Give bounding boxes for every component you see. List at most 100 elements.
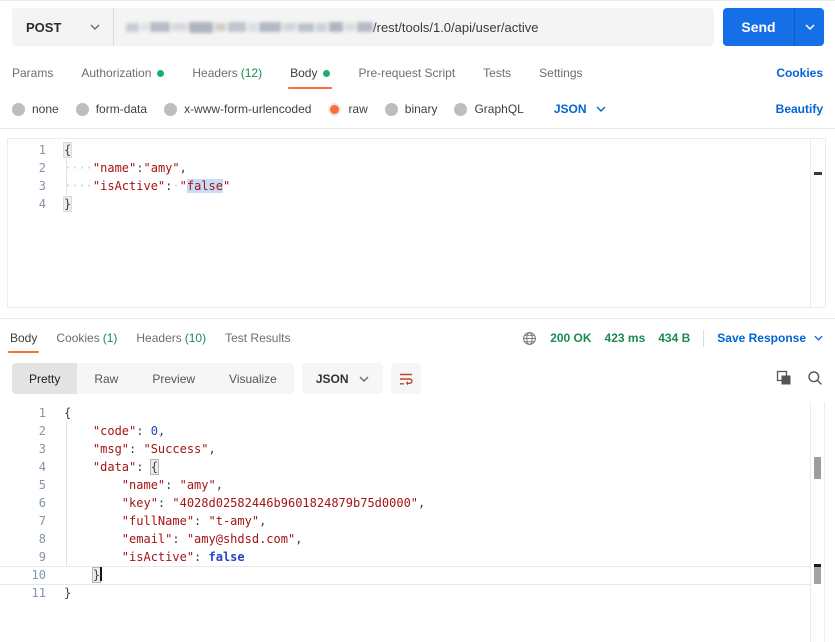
size-badge[interactable]: 434 B — [658, 331, 690, 345]
response-tab-body[interactable]: Body — [8, 323, 40, 353]
tab-count: (10) — [184, 331, 207, 345]
code-line: 7 "fullName": "t-amy", — [8, 512, 835, 530]
chevron-down-icon — [814, 335, 823, 341]
code-text: ····"name":"amy", — [64, 161, 187, 175]
time-badge[interactable]: 423 ms — [605, 331, 646, 345]
send-options-button[interactable] — [795, 8, 824, 46]
response-body-editor[interactable]: 1{2 "code": 0, 3 "msg": "Success", 4 "data… — [0, 402, 835, 642]
code-text: ····"isActive":·"false" — [64, 179, 231, 193]
code-line: 3 "msg": "Success", — [8, 440, 835, 458]
body-mode-x-www-form-urlencoded[interactable]: x-www-form-urlencoded — [164, 102, 311, 116]
code-text: } — [92, 566, 103, 582]
code-line: 3 ····"isActive":·"false" — [8, 177, 825, 195]
code-text: "key": "4028d02582446b9601824879b75d0000… — [121, 496, 426, 510]
divider — [703, 329, 705, 347]
code-line: 6 "key": "4028d02582446b9601824879b75d00… — [8, 494, 835, 512]
indent-guide — [66, 422, 67, 567]
line-number: 1 — [38, 406, 46, 420]
code-line: 8 "email": "amy@shdsd.com", — [8, 530, 835, 548]
active-line-border — [0, 566, 810, 567]
code-text: "code": 0, — [92, 424, 166, 438]
send-button[interactable]: Send — [723, 8, 795, 46]
indent-guide — [66, 159, 67, 195]
radio-icon — [75, 102, 89, 116]
tab-tests[interactable]: Tests — [483, 56, 511, 90]
tab-pre-request-script[interactable]: Pre-request Script — [358, 56, 455, 90]
request-body-editor[interactable]: 1{2 ····"name":"amy", 3 ····"isActive":·"fa… — [7, 138, 826, 308]
tab-params[interactable]: Params — [12, 56, 53, 90]
tab-settings[interactable]: Settings — [539, 56, 582, 90]
save-response-label: Save Response — [717, 331, 806, 345]
view-tab-preview[interactable]: Preview — [135, 363, 212, 394]
mode-label: binary — [404, 102, 438, 116]
mode-label: form-data — [95, 102, 148, 116]
text-cursor — [100, 566, 103, 581]
response-tab-headers[interactable]: Headers (10) — [136, 323, 206, 353]
tab-count: (1) — [102, 331, 118, 345]
tab-label: Settings — [539, 66, 583, 80]
request-url-bar: POST /rest/tools/1.0/api/user/active Sen… — [0, 1, 835, 46]
active-tab-underline — [8, 351, 40, 353]
request-url-path: /rest/tools/1.0/api/user/active — [373, 19, 539, 35]
divider — [0, 128, 835, 129]
chevron-down-icon — [359, 376, 369, 382]
radio-icon — [454, 102, 468, 116]
body-mode-graphql[interactable]: GraphQL — [454, 102, 524, 116]
line-number: 2 — [38, 161, 46, 175]
cookies-link[interactable]: Cookies — [776, 66, 823, 80]
line-number: 3 — [38, 179, 46, 193]
line-number: 5 — [38, 478, 46, 492]
tab-body[interactable]: Body — [288, 56, 333, 90]
body-mode-raw[interactable]: raw — [328, 102, 368, 116]
code-line: 2 ····"name":"amy", — [8, 159, 825, 177]
tab-label: Cookies — [56, 331, 100, 345]
view-tab-pretty[interactable]: Pretty — [12, 363, 78, 394]
view-tab-visualize[interactable]: Visualize — [212, 363, 294, 394]
response-tab-cookies[interactable]: Cookies (1) — [56, 323, 117, 353]
scrollbar-mark — [814, 457, 821, 479]
tab-label: Params — [12, 66, 54, 80]
mode-label: none — [32, 102, 59, 116]
content-type-select[interactable]: JSON — [554, 102, 606, 116]
request-method-select[interactable]: POST — [12, 8, 114, 46]
code-line: 5 "name": "amy", — [8, 476, 835, 494]
mode-label: raw — [348, 102, 368, 116]
body-mode-binary[interactable]: binary — [384, 102, 438, 116]
code-line: 2 "code": 0, — [8, 422, 835, 440]
response-format-select[interactable]: JSON — [301, 363, 383, 394]
green-dot-icon — [323, 69, 331, 77]
code-text: } — [64, 586, 72, 600]
editor-annotation-gutter — [810, 402, 825, 642]
tab-label: Pre-request Script — [358, 66, 456, 80]
wrap-lines-button[interactable] — [390, 363, 421, 394]
cursor-position-mark — [814, 172, 822, 175]
code-text: "data": { — [92, 460, 158, 474]
tab-authorization[interactable]: Authorization — [81, 56, 165, 90]
tab-label: Tests — [483, 66, 512, 80]
response-toolbar: Pretty Raw Preview Visualize JSON — [0, 353, 835, 402]
copy-button[interactable] — [776, 370, 792, 386]
radio-icon — [384, 102, 398, 116]
response-tab-test-results[interactable]: Test Results — [225, 323, 290, 353]
code-line: 4 "data": { — [8, 458, 835, 476]
status-badge[interactable]: 200 OK — [550, 331, 591, 345]
search-button[interactable] — [807, 370, 823, 386]
active-tab-underline — [288, 87, 333, 89]
code-text: "fullName": "t-amy", — [121, 514, 267, 528]
line-number: 3 — [38, 442, 46, 456]
save-response-button[interactable]: Save Response — [717, 331, 823, 345]
view-tab-raw[interactable]: Raw — [77, 363, 135, 394]
body-mode-none[interactable]: none — [12, 102, 59, 116]
line-number: 6 — [38, 496, 46, 510]
redacted-url-segment — [126, 21, 373, 33]
code-text: "name": "amy", — [121, 478, 223, 492]
tab-headers[interactable]: Headers (12) — [192, 56, 262, 90]
line-number: 1 — [38, 143, 46, 157]
chevron-down-icon — [596, 106, 606, 112]
beautify-link[interactable]: Beautify — [776, 102, 823, 116]
code-text: "email": "amy@shdsd.com", — [121, 532, 303, 546]
body-mode-form-data[interactable]: form-data — [75, 102, 148, 116]
request-url-input[interactable]: /rest/tools/1.0/api/user/active — [114, 8, 714, 46]
tab-label: Authorization — [81, 66, 152, 80]
code-line: 10 } — [8, 566, 835, 584]
